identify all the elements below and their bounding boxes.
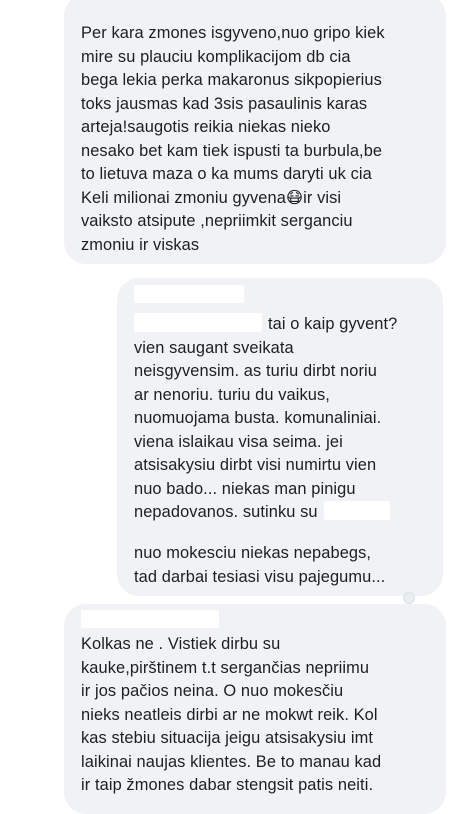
message-bubble-1[interactable]: Per kara zmones isgyveno,nuo gripo kiek … <box>64 0 446 264</box>
message-bubble-2[interactable]: tai o kaip gyvent? vien saugant sveikata… <box>117 278 443 596</box>
message-text-1: Per kara zmones isgyveno,nuo gripo kiek … <box>81 24 385 254</box>
message-bubble-3[interactable]: Kolkas ne . Vistiek dirbu su kauke,piršt… <box>64 604 446 814</box>
redacted-mention <box>323 501 390 520</box>
message-text-2b: nuo mokesciu niekas nepabegs, tad darbai… <box>134 544 386 586</box>
mask-emoji-icon: 😷 <box>285 188 304 207</box>
message-text-3: Kolkas ne . Vistiek dirbu su kauke,piršt… <box>81 635 382 794</box>
redacted-mention <box>134 313 262 332</box>
redacted-author-name <box>81 610 219 628</box>
message-text-2: tai o kaip gyvent? vien saugant sveikata… <box>134 313 398 521</box>
seen-indicator-icon <box>403 592 415 604</box>
redacted-author-name <box>134 285 244 303</box>
